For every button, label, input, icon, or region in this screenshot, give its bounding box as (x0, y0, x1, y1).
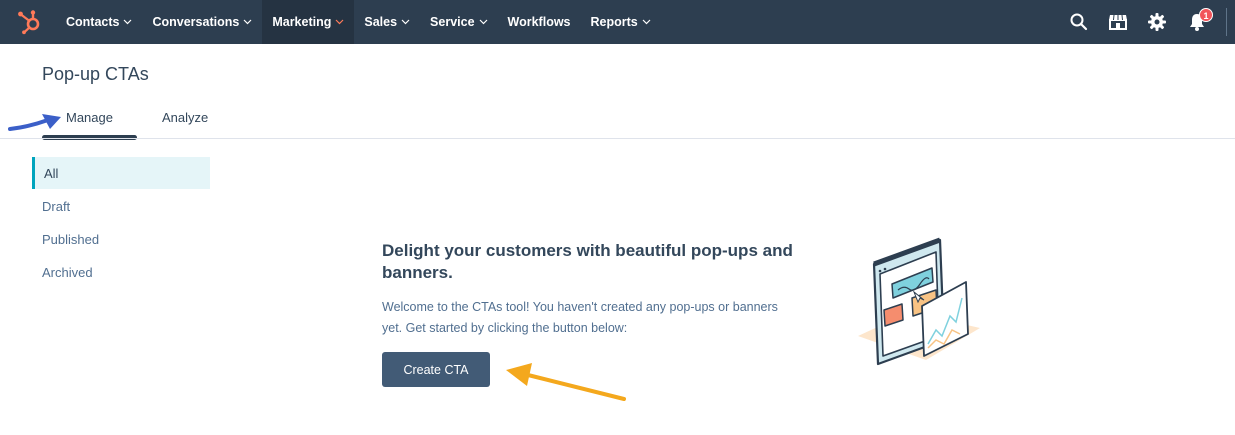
nav-item-label: Service (430, 15, 475, 29)
nav-item-label: Workflows (507, 15, 571, 29)
chevron-down-icon (243, 19, 252, 25)
nav-item-label: Reports (590, 15, 638, 29)
orange-arrow-annotation (506, 363, 626, 401)
chevron-down-icon (335, 19, 344, 25)
nav-item-label: Contacts (66, 15, 120, 29)
chevron-down-icon (401, 19, 410, 25)
main-menu: Contacts Conversations Marketing Sales S… (56, 0, 661, 44)
top-navigation-bar: Contacts Conversations Marketing Sales S… (0, 0, 1235, 44)
empty-state-heading: Delight your customers with beautiful po… (382, 241, 793, 282)
nav-item-conversations[interactable]: Conversations (142, 0, 262, 44)
search-icon[interactable] (1067, 10, 1091, 34)
page-title: Pop-up CTAs (42, 64, 149, 84)
nav-item-contacts[interactable]: Contacts (56, 0, 142, 44)
chevron-down-icon (479, 19, 487, 25)
sidebar-item-published[interactable]: Published (32, 223, 210, 255)
nav-item-sales[interactable]: Sales (354, 0, 420, 44)
empty-state-description: Welcome to the CTAs tool! You haven't cr… (382, 300, 778, 335)
chevron-down-icon (642, 19, 651, 25)
sidebar-item-all[interactable]: All (32, 157, 210, 189)
nav-item-reports[interactable]: Reports (581, 0, 661, 44)
sidebar-item-archived[interactable]: Archived (32, 256, 210, 288)
hubspot-logo-icon[interactable] (16, 9, 42, 35)
marketplace-icon[interactable] (1106, 10, 1130, 34)
sidebar-item-draft[interactable]: Draft (32, 190, 210, 222)
nav-item-label: Marketing (272, 15, 332, 29)
tabs-divider (0, 138, 1235, 139)
blue-arrow-annotation (8, 114, 61, 131)
nav-divider (1226, 8, 1227, 36)
notification-count-badge: 1 (1199, 8, 1213, 22)
nav-item-label: Sales (364, 15, 398, 29)
settings-gear-icon[interactable] (1145, 10, 1169, 34)
create-cta-button[interactable]: Create CTA (382, 352, 490, 387)
nav-item-service[interactable]: Service (420, 0, 497, 44)
tab-manage[interactable]: Manage (66, 110, 113, 125)
nav-item-workflows[interactable]: Workflows (498, 0, 581, 44)
nav-item-marketing[interactable]: Marketing (262, 0, 355, 44)
tab-analyze[interactable]: Analyze (162, 110, 208, 125)
browser-popup-illustration-icon (858, 237, 980, 366)
nav-item-label: Conversations (152, 15, 240, 29)
chevron-down-icon (124, 19, 132, 25)
